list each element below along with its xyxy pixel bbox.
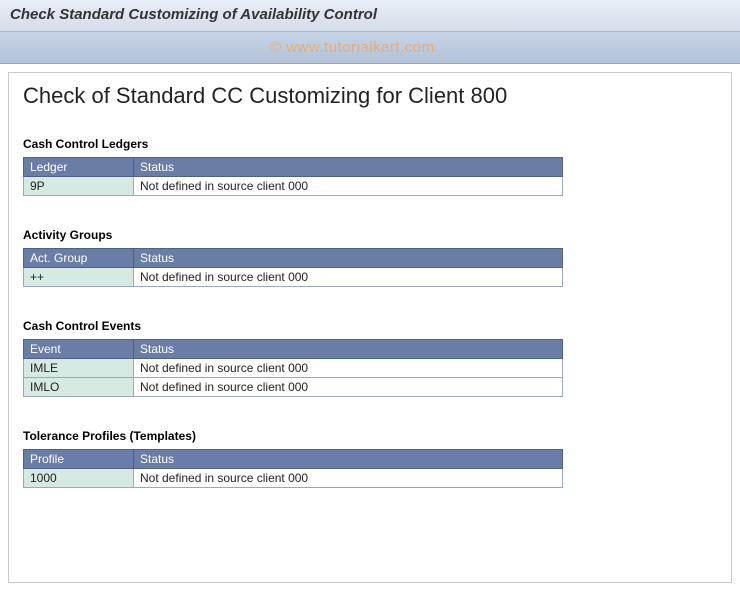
toolbar: © www.tutorialkart.com (0, 32, 740, 64)
ledgers-col-key: Ledger (24, 158, 134, 177)
section-tolerance: Tolerance Profiles (Templates) Profile S… (23, 429, 717, 488)
activity-key-cell: ++ (24, 268, 134, 287)
tolerance-status-cell: Not defined in source client 000 (134, 469, 563, 488)
tolerance-key-cell: 1000 (24, 469, 134, 488)
page-title: Check of Standard CC Customizing for Cli… (23, 83, 717, 109)
tolerance-col-status: Status (134, 450, 563, 469)
events-key-cell: IMLE (24, 359, 134, 378)
section-title-tolerance: Tolerance Profiles (Templates) (23, 429, 717, 443)
ledgers-status-cell: Not defined in source client 000 (134, 177, 563, 196)
content-area: Check of Standard CC Customizing for Cli… (8, 72, 732, 583)
table-row: 1000 Not defined in source client 000 (24, 469, 563, 488)
table-row: IMLE Not defined in source client 000 (24, 359, 563, 378)
table-header-row: Event Status (24, 340, 563, 359)
events-status-cell: Not defined in source client 000 (134, 378, 563, 397)
activity-col-status: Status (134, 249, 563, 268)
section-title-events: Cash Control Events (23, 319, 717, 333)
watermark-text: © www.tutorialkart.com (270, 39, 435, 56)
section-activity-groups: Activity Groups Act. Group Status ++ Not… (23, 228, 717, 287)
table-row: ++ Not defined in source client 000 (24, 268, 563, 287)
activity-col-key: Act. Group (24, 249, 134, 268)
events-col-status: Status (134, 340, 563, 359)
events-key-cell: IMLO (24, 378, 134, 397)
events-table: Event Status IMLE Not defined in source … (23, 339, 563, 397)
section-events: Cash Control Events Event Status IMLE No… (23, 319, 717, 397)
section-title-ledgers: Cash Control Ledgers (23, 137, 717, 151)
tolerance-table: Profile Status 1000 Not defined in sourc… (23, 449, 563, 488)
events-col-key: Event (24, 340, 134, 359)
ledgers-key-cell: 9P (24, 177, 134, 196)
window-title: Check Standard Customizing of Availabili… (0, 0, 740, 32)
tolerance-col-key: Profile (24, 450, 134, 469)
activity-groups-table: Act. Group Status ++ Not defined in sour… (23, 248, 563, 287)
events-status-cell: Not defined in source client 000 (134, 359, 563, 378)
section-ledgers: Cash Control Ledgers Ledger Status 9P No… (23, 137, 717, 196)
table-row: IMLO Not defined in source client 000 (24, 378, 563, 397)
table-row: 9P Not defined in source client 000 (24, 177, 563, 196)
section-title-activity-groups: Activity Groups (23, 228, 717, 242)
table-header-row: Profile Status (24, 450, 563, 469)
ledgers-table: Ledger Status 9P Not defined in source c… (23, 157, 563, 196)
table-header-row: Act. Group Status (24, 249, 563, 268)
activity-status-cell: Not defined in source client 000 (134, 268, 563, 287)
table-header-row: Ledger Status (24, 158, 563, 177)
ledgers-col-status: Status (134, 158, 563, 177)
